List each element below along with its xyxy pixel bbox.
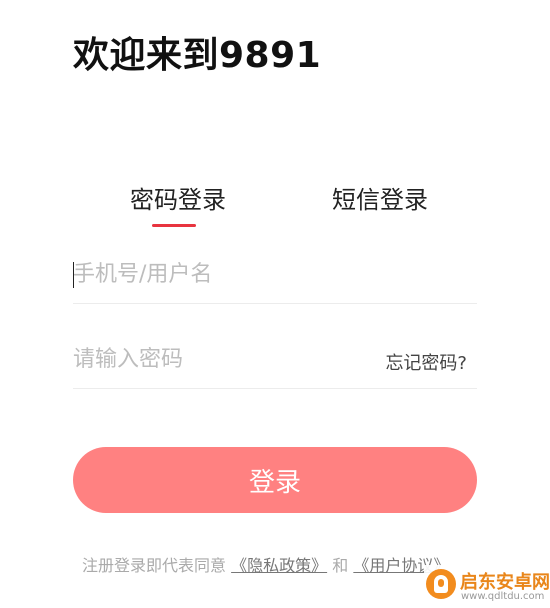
login-button[interactable]: 登录 (73, 447, 477, 513)
agreement-conjunction: 和 (332, 556, 349, 575)
forgot-password-link[interactable]: 忘记密码? (385, 349, 467, 375)
password-field: 忘记密码? (73, 329, 477, 389)
tab-password-login[interactable]: 密码登录 (130, 180, 226, 215)
login-tabs: 密码登录 短信登录 (0, 180, 550, 230)
tab-sms-login[interactable]: 短信登录 (332, 180, 428, 215)
text-caret (73, 262, 74, 288)
password-input[interactable] (73, 341, 373, 377)
agreement-prefix: 注册登录即代表同意 (82, 556, 227, 575)
username-input[interactable] (73, 256, 373, 292)
privacy-policy-link[interactable]: 《隐私政策》 (231, 556, 327, 575)
agreement-text: 注册登录即代表同意 《隐私政策》 和 《用户协议》 (82, 552, 449, 576)
site-watermark: 启东安卓网 www.qdltdu.com (424, 565, 550, 608)
watermark-logo-icon (426, 569, 456, 599)
active-tab-indicator (152, 224, 196, 227)
watermark-url: www.qdltdu.com (461, 591, 545, 602)
page-title: 欢迎来到9891 (73, 35, 322, 76)
username-field (73, 244, 477, 304)
